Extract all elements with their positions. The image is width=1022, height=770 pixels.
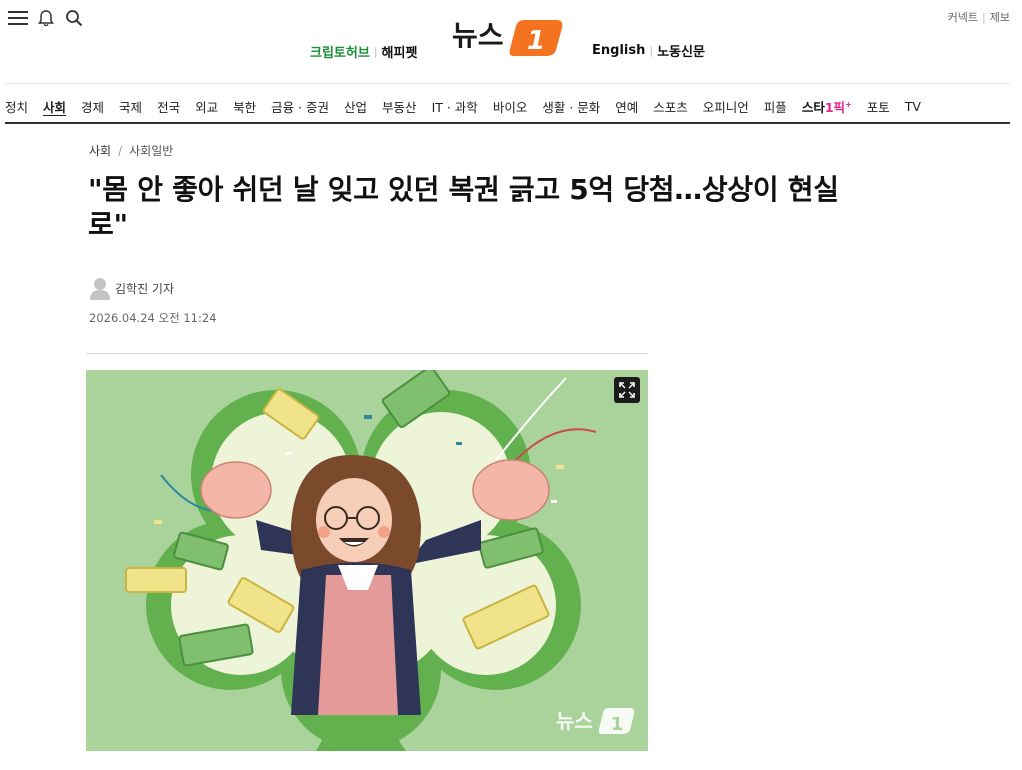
link-english[interactable]: English <box>592 43 645 58</box>
header-sub-links-left: 크립토허브 | 해피펫 <box>310 42 417 61</box>
watermark-mark: 1 <box>611 714 624 735</box>
star-pick-main: 스타 <box>801 99 825 115</box>
link-report[interactable]: 제보 <box>990 9 1010 25</box>
nav-item-photo[interactable]: 포토 <box>867 97 890 116</box>
article-title: "몸 안 좋아 쉬던 날 잊고 있던 복권 긁고 5억 당첨…상상이 현실 로" <box>88 172 898 242</box>
link-happy-pet[interactable]: 해피펫 <box>382 42 418 61</box>
nav-item-it-science[interactable]: IT · 과학 <box>432 97 478 116</box>
nav-item-north-korea[interactable]: 북한 <box>233 97 256 116</box>
nav-item-tv[interactable]: TV <box>905 99 921 114</box>
nav-divider <box>5 122 1010 124</box>
nav-item-real-estate[interactable]: 부동산 <box>382 97 417 116</box>
breadcrumb: 사회 / 사회일반 <box>89 142 173 159</box>
nav-item-economy[interactable]: 경제 <box>81 97 104 116</box>
nav-item-industry[interactable]: 산업 <box>344 97 367 116</box>
separator: | <box>649 44 654 57</box>
nav-item-finance[interactable]: 금융 · 증권 <box>271 97 329 116</box>
nav-item-sports[interactable]: 스포츠 <box>653 97 688 116</box>
article-hero-image[interactable]: 뉴스 1 <box>86 370 648 751</box>
nav-item-bio[interactable]: 바이오 <box>493 97 528 116</box>
nav-item-star-pick[interactable]: 스타1픽+ <box>802 97 852 116</box>
header-icons <box>7 8 85 28</box>
nav-item-nationwide[interactable]: 전국 <box>157 97 180 116</box>
site-header: 뉴스 1 크립토허브 | 해피펫 English | 노동신문 커넥트 | 제보 <box>0 0 1022 84</box>
site-logo[interactable]: 뉴스 1 <box>452 14 566 58</box>
nav-item-politics[interactable]: 정치 <box>5 97 28 116</box>
nav-item-international[interactable]: 국제 <box>119 97 142 116</box>
separator: | <box>373 45 378 58</box>
nav-item-society[interactable]: 사회 <box>43 97 66 116</box>
author-name[interactable]: 김학진 기자 <box>115 280 174 297</box>
lottery-illustration <box>86 370 648 751</box>
link-connect[interactable]: 커넥트 <box>948 9 978 25</box>
search-icon[interactable] <box>63 8 85 28</box>
logo-mark: 1 <box>527 26 545 56</box>
link-nodong-sinmun[interactable]: 노동신문 <box>657 41 705 60</box>
logo-wordmark: 뉴스 <box>452 19 504 52</box>
byline: 김학진 기자 <box>89 276 174 300</box>
breadcrumb-subsection[interactable]: 사회일반 <box>129 142 173 159</box>
watermark-wordmark: 뉴스 <box>556 709 593 733</box>
menu-icon[interactable] <box>7 8 29 28</box>
bell-icon[interactable] <box>35 8 57 28</box>
nav-item-opinion[interactable]: 오피니언 <box>703 97 749 116</box>
breadcrumb-separator: / <box>118 143 123 158</box>
star-pick-accent: 1픽 <box>824 99 846 115</box>
header-divider <box>5 83 1010 84</box>
nav-item-diplomacy[interactable]: 외교 <box>195 97 218 116</box>
nav-item-life-culture[interactable]: 생활 · 문화 <box>542 97 600 116</box>
link-crypto-hub[interactable]: 크립토허브 <box>310 42 370 61</box>
article-divider <box>86 353 648 354</box>
avatar <box>90 278 110 300</box>
image-watermark: 뉴스 1 <box>556 704 636 736</box>
star-pick-sup: + <box>845 99 852 109</box>
article-title-line1: "몸 안 좋아 쉬던 날 잊고 있던 복권 긁고 5억 당첨…상상이 현실 <box>88 173 839 206</box>
separator: | <box>982 10 986 24</box>
nav-item-people[interactable]: 피플 <box>764 97 787 116</box>
expand-icon[interactable] <box>614 377 640 403</box>
breadcrumb-section[interactable]: 사회 <box>89 142 111 159</box>
nav-item-entertainment[interactable]: 연예 <box>615 97 638 116</box>
utility-links: 커넥트 | 제보 <box>948 9 1010 25</box>
header-sub-links-right: English | 노동신문 <box>592 41 705 60</box>
main-nav: 정치 사회 경제 국제 전국 외교 북한 금융 · 증권 산업 부동산 IT ·… <box>5 96 936 116</box>
article-title-line2: 로" <box>88 208 128 241</box>
publish-date: 2026.04.24 오전 11:24 <box>89 311 217 325</box>
